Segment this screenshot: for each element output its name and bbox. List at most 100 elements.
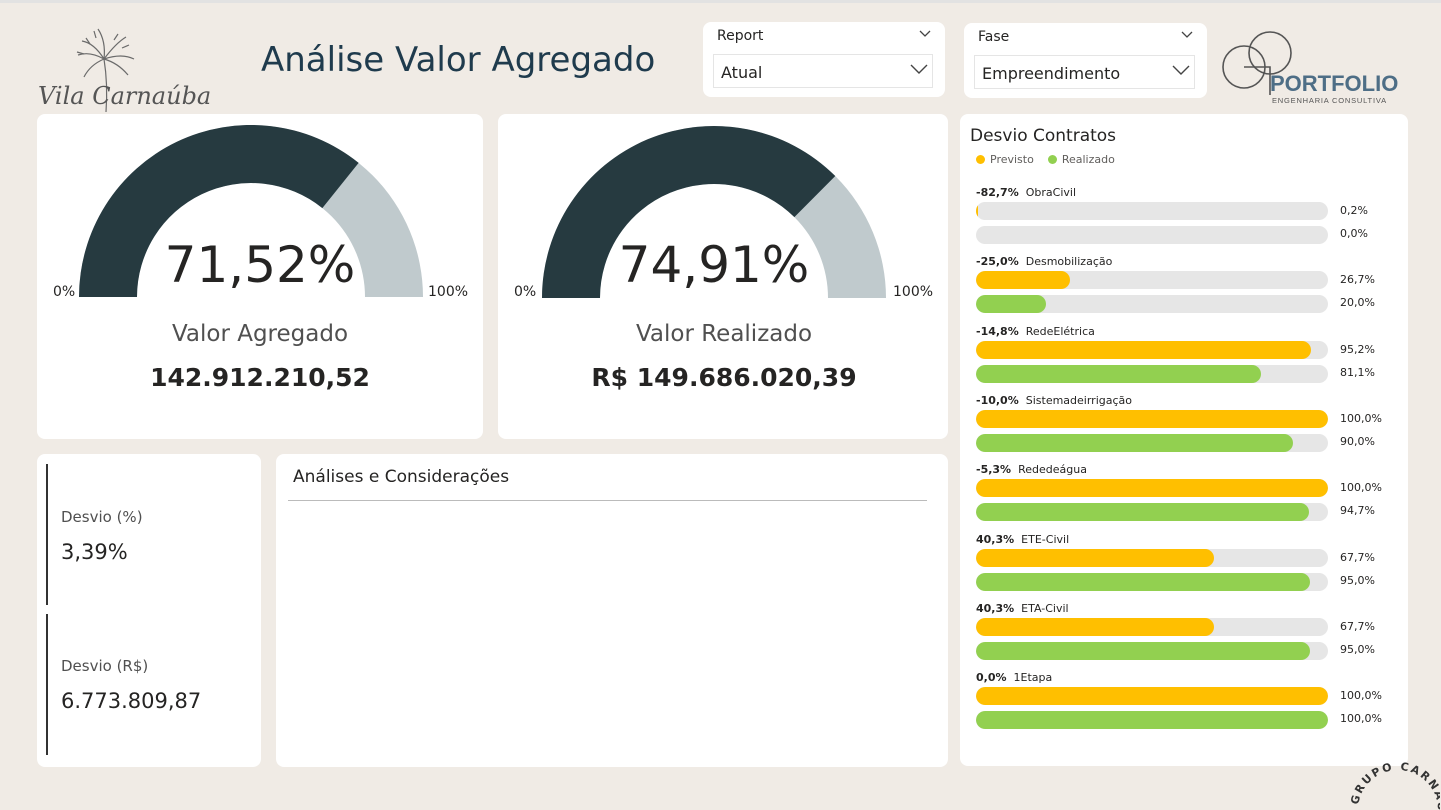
chevron-down-icon[interactable]	[910, 63, 928, 75]
contract-row: -82,7% ObraCivil 0,2% 0,0%	[976, 186, 1396, 252]
bar-value-realizado: 100,0%	[1340, 712, 1382, 726]
contract-label: 40,3% ETA-Civil	[976, 602, 1069, 615]
bar-realizado[interactable]	[976, 572, 1328, 591]
kpi-divider	[46, 614, 48, 755]
contract-row: -25,0% Desmobilização 26,7% 20,0%	[976, 255, 1396, 321]
contract-name: RedeElétrica	[1025, 324, 1095, 338]
bar-value-previsto: 26,7%	[1340, 273, 1375, 287]
bar-realizado[interactable]	[976, 295, 1328, 314]
gauge-card-valor-agregado: 71,52% 0% 100% Valor Agregado 142.912.21…	[37, 114, 483, 439]
bar-fill-previsto	[976, 687, 1328, 706]
bar-previsto[interactable]	[976, 548, 1328, 567]
desvio-contratos-title: Desvio Contratos	[970, 126, 1117, 146]
bar-value-realizado: 20,0%	[1340, 296, 1375, 310]
page-title: Análise Valor Agregado	[261, 40, 656, 80]
legend-item-previsto[interactable]: Previsto	[976, 153, 1034, 166]
contract-desvio: 40,3%	[976, 532, 1015, 546]
contract-desvio: 40,3%	[976, 601, 1015, 615]
contract-row: 0,0% 1Etapa 100,0% 100,0%	[976, 671, 1396, 737]
bar-previsto[interactable]	[976, 479, 1328, 498]
legend-label: Realizado	[1061, 153, 1115, 166]
contract-label: -25,0% Desmobilização	[976, 255, 1112, 268]
gauge-value: 142.912.210,52	[150, 363, 370, 392]
kpi-desvio-pct-label: Desvio (%)	[61, 508, 143, 526]
contract-row: 40,3% ETA-Civil 67,7% 95,0%	[976, 602, 1396, 668]
contract-name: ETE-Civil	[1021, 532, 1070, 546]
chevron-down-icon[interactable]	[919, 30, 931, 38]
kpi-desvio-rs-label: Desvio (R$)	[61, 657, 149, 675]
gauge-card-valor-realizado: 74,91% 0% 100% Valor Realizado R$ 149.68…	[498, 114, 948, 439]
bar-realizado[interactable]	[976, 641, 1328, 660]
bar-realizado[interactable]	[976, 503, 1328, 522]
desvio-contratos-card: Desvio Contratos Previsto Realizado -82,…	[960, 114, 1408, 766]
svg-text:GRUPO CARNAÚBA: GRUPO CARNAÚBA	[1350, 760, 1440, 810]
bar-realizado[interactable]	[976, 433, 1328, 452]
bar-fill-previsto	[976, 202, 978, 220]
contract-desvio: -5,3%	[976, 463, 1012, 477]
bar-value-previsto: 95,2%	[1340, 342, 1375, 356]
slicer-fase-label: Fase	[978, 29, 1010, 45]
kpi-card: Desvio (%) 3,39% Desvio (R$) 6.773.809,8…	[37, 454, 261, 767]
bar-fill-previsto	[976, 340, 1312, 359]
bar-realizado[interactable]	[976, 711, 1328, 730]
bar-previsto[interactable]	[976, 617, 1328, 636]
bar-fill-realizado	[976, 433, 1293, 452]
contract-desvio: -10,0%	[976, 393, 1019, 407]
bar-fill-realizado	[976, 295, 1047, 314]
bar-previsto[interactable]	[976, 409, 1328, 428]
bar-value-realizado: 81,1%	[1340, 365, 1375, 379]
contract-row: -10,0% Sistemadeirrigação 100,0% 90,0%	[976, 394, 1396, 460]
bar-value-previsto: 100,0%	[1340, 411, 1382, 425]
contract-name: Rededeágua	[1018, 463, 1087, 477]
gauge-max: 100%	[893, 284, 934, 300]
contract-name: 1Etapa	[1013, 671, 1053, 685]
slicer-fase-dropdown[interactable]: Empreendimento	[974, 55, 1195, 89]
contract-desvio: -25,0%	[976, 255, 1019, 269]
slicer-report-label: Report	[717, 28, 764, 44]
analysis-title: Análises e Considerações	[293, 467, 510, 487]
bar-previsto[interactable]	[976, 202, 1328, 220]
bar-realizado[interactable]	[976, 364, 1328, 383]
gauge-min: 0%	[53, 284, 76, 300]
chevron-down-icon[interactable]	[1181, 31, 1193, 39]
slicer-fase[interactable]: Fase Empreendimento	[964, 23, 1207, 98]
legend-label: Previsto	[990, 153, 1034, 166]
portfolio-logo: PORTFOLIO ENGENHARIA CONSULTIVA	[1222, 31, 1398, 105]
legend-swatch	[976, 155, 985, 164]
slicer-fase-value: Empreendimento	[982, 64, 1121, 83]
contract-label: -5,3% Rededeágua	[976, 463, 1087, 476]
gauge-max: 100%	[428, 284, 469, 300]
bar-value-previsto: 0,2%	[1340, 204, 1368, 217]
grupo-carnauba-badge: GRUPO CARNAÚBA	[1350, 760, 1440, 810]
kpi-desvio-rs-value: 6.773.809,87	[61, 689, 202, 713]
bar-value-previsto: 100,0%	[1340, 689, 1382, 703]
slicer-report[interactable]: Report Atual	[703, 22, 945, 97]
slicer-report-dropdown[interactable]: Atual	[713, 54, 933, 88]
bar-previsto[interactable]	[976, 340, 1328, 359]
contract-name: ETA-Civil	[1021, 601, 1069, 615]
bar-fill-realizado	[976, 364, 1262, 383]
gauge-min: 0%	[514, 284, 537, 300]
gauge-percent: 71,52%	[164, 236, 356, 294]
bar-fill-previsto	[976, 479, 1328, 498]
chart-legend: Previsto Realizado	[976, 153, 1129, 166]
kpi-desvio-pct-value: 3,39%	[61, 540, 128, 564]
bar-value-realizado: 0,0%	[1340, 227, 1368, 240]
chevron-down-icon[interactable]	[1172, 64, 1190, 76]
contract-row: -14,8% RedeElétrica 95,2% 81,1%	[976, 325, 1396, 391]
bar-previsto[interactable]	[976, 687, 1328, 706]
bar-fill-previsto	[976, 409, 1328, 428]
logo-left-text: Vila Carnaúba	[38, 82, 211, 110]
contract-desvio: 0,0%	[976, 671, 1007, 685]
analysis-card: Análises e Considerações	[276, 454, 948, 767]
legend-item-realizado[interactable]: Realizado	[1047, 153, 1115, 166]
bar-fill-realizado	[976, 503, 1310, 522]
slicer-report-value: Atual	[721, 63, 763, 82]
bar-fill-previsto	[976, 617, 1215, 636]
bar-realizado[interactable]	[976, 226, 1328, 244]
contract-name: Sistemadeirrigação	[1025, 393, 1132, 407]
bar-value-previsto: 100,0%	[1340, 481, 1382, 495]
bar-previsto[interactable]	[976, 271, 1328, 290]
bar-fill-previsto	[976, 271, 1070, 290]
bar-fill-realizado	[976, 572, 1311, 591]
